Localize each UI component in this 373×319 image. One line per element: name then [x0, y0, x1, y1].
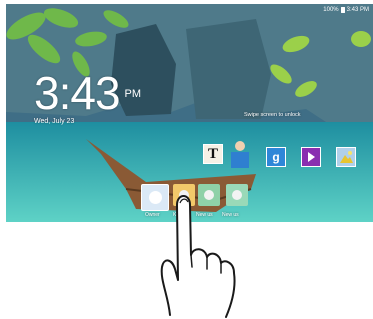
google-glyph: g: [272, 150, 280, 164]
text-app-glyph: T: [207, 145, 218, 162]
google-search-widget[interactable]: g: [266, 147, 286, 167]
battery-level: 100%: [323, 6, 339, 13]
lock-clock: 3:43 PM: [34, 70, 141, 116]
photo-gallery-widget[interactable]: [336, 147, 356, 167]
photo-icon: [340, 151, 353, 163]
clock-ampm: PM: [124, 88, 142, 100]
swipe-hint: Swipe screen to unlock: [244, 112, 301, 118]
play-icon: [307, 152, 315, 162]
lock-date: Wed, July 23: [34, 118, 75, 125]
text-app-widget[interactable]: T: [203, 144, 223, 164]
status-bar: 100% 3:43 PM: [323, 5, 369, 14]
clock-time: 3:43: [34, 67, 121, 119]
battery-icon: [340, 6, 345, 13]
play-video-widget[interactable]: [301, 147, 321, 167]
status-time: 3:43 PM: [346, 6, 369, 13]
tap-hand-illustration: [160, 195, 236, 318]
